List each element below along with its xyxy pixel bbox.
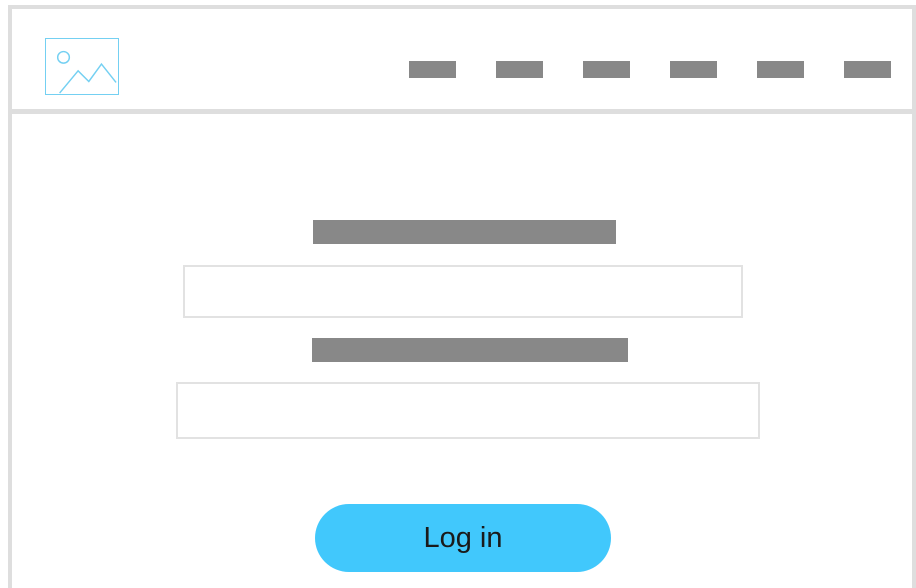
field-2-label	[312, 338, 628, 362]
nav-item-5[interactable]	[757, 61, 804, 78]
image-placeholder-icon	[56, 50, 117, 94]
login-button[interactable]: Log in	[315, 504, 611, 572]
nav-item-2[interactable]	[496, 61, 543, 78]
nav-item-6[interactable]	[844, 61, 891, 78]
nav-item-1[interactable]	[409, 61, 456, 78]
browser-frame: Log in	[8, 5, 916, 588]
nav-item-3[interactable]	[583, 61, 630, 78]
nav-item-4[interactable]	[670, 61, 717, 78]
field-1-label	[313, 220, 616, 244]
site-header	[12, 9, 912, 114]
field-2-input[interactable]	[176, 382, 760, 439]
field-1-input[interactable]	[183, 265, 743, 318]
logo[interactable]	[45, 38, 119, 95]
main-nav	[409, 61, 891, 78]
